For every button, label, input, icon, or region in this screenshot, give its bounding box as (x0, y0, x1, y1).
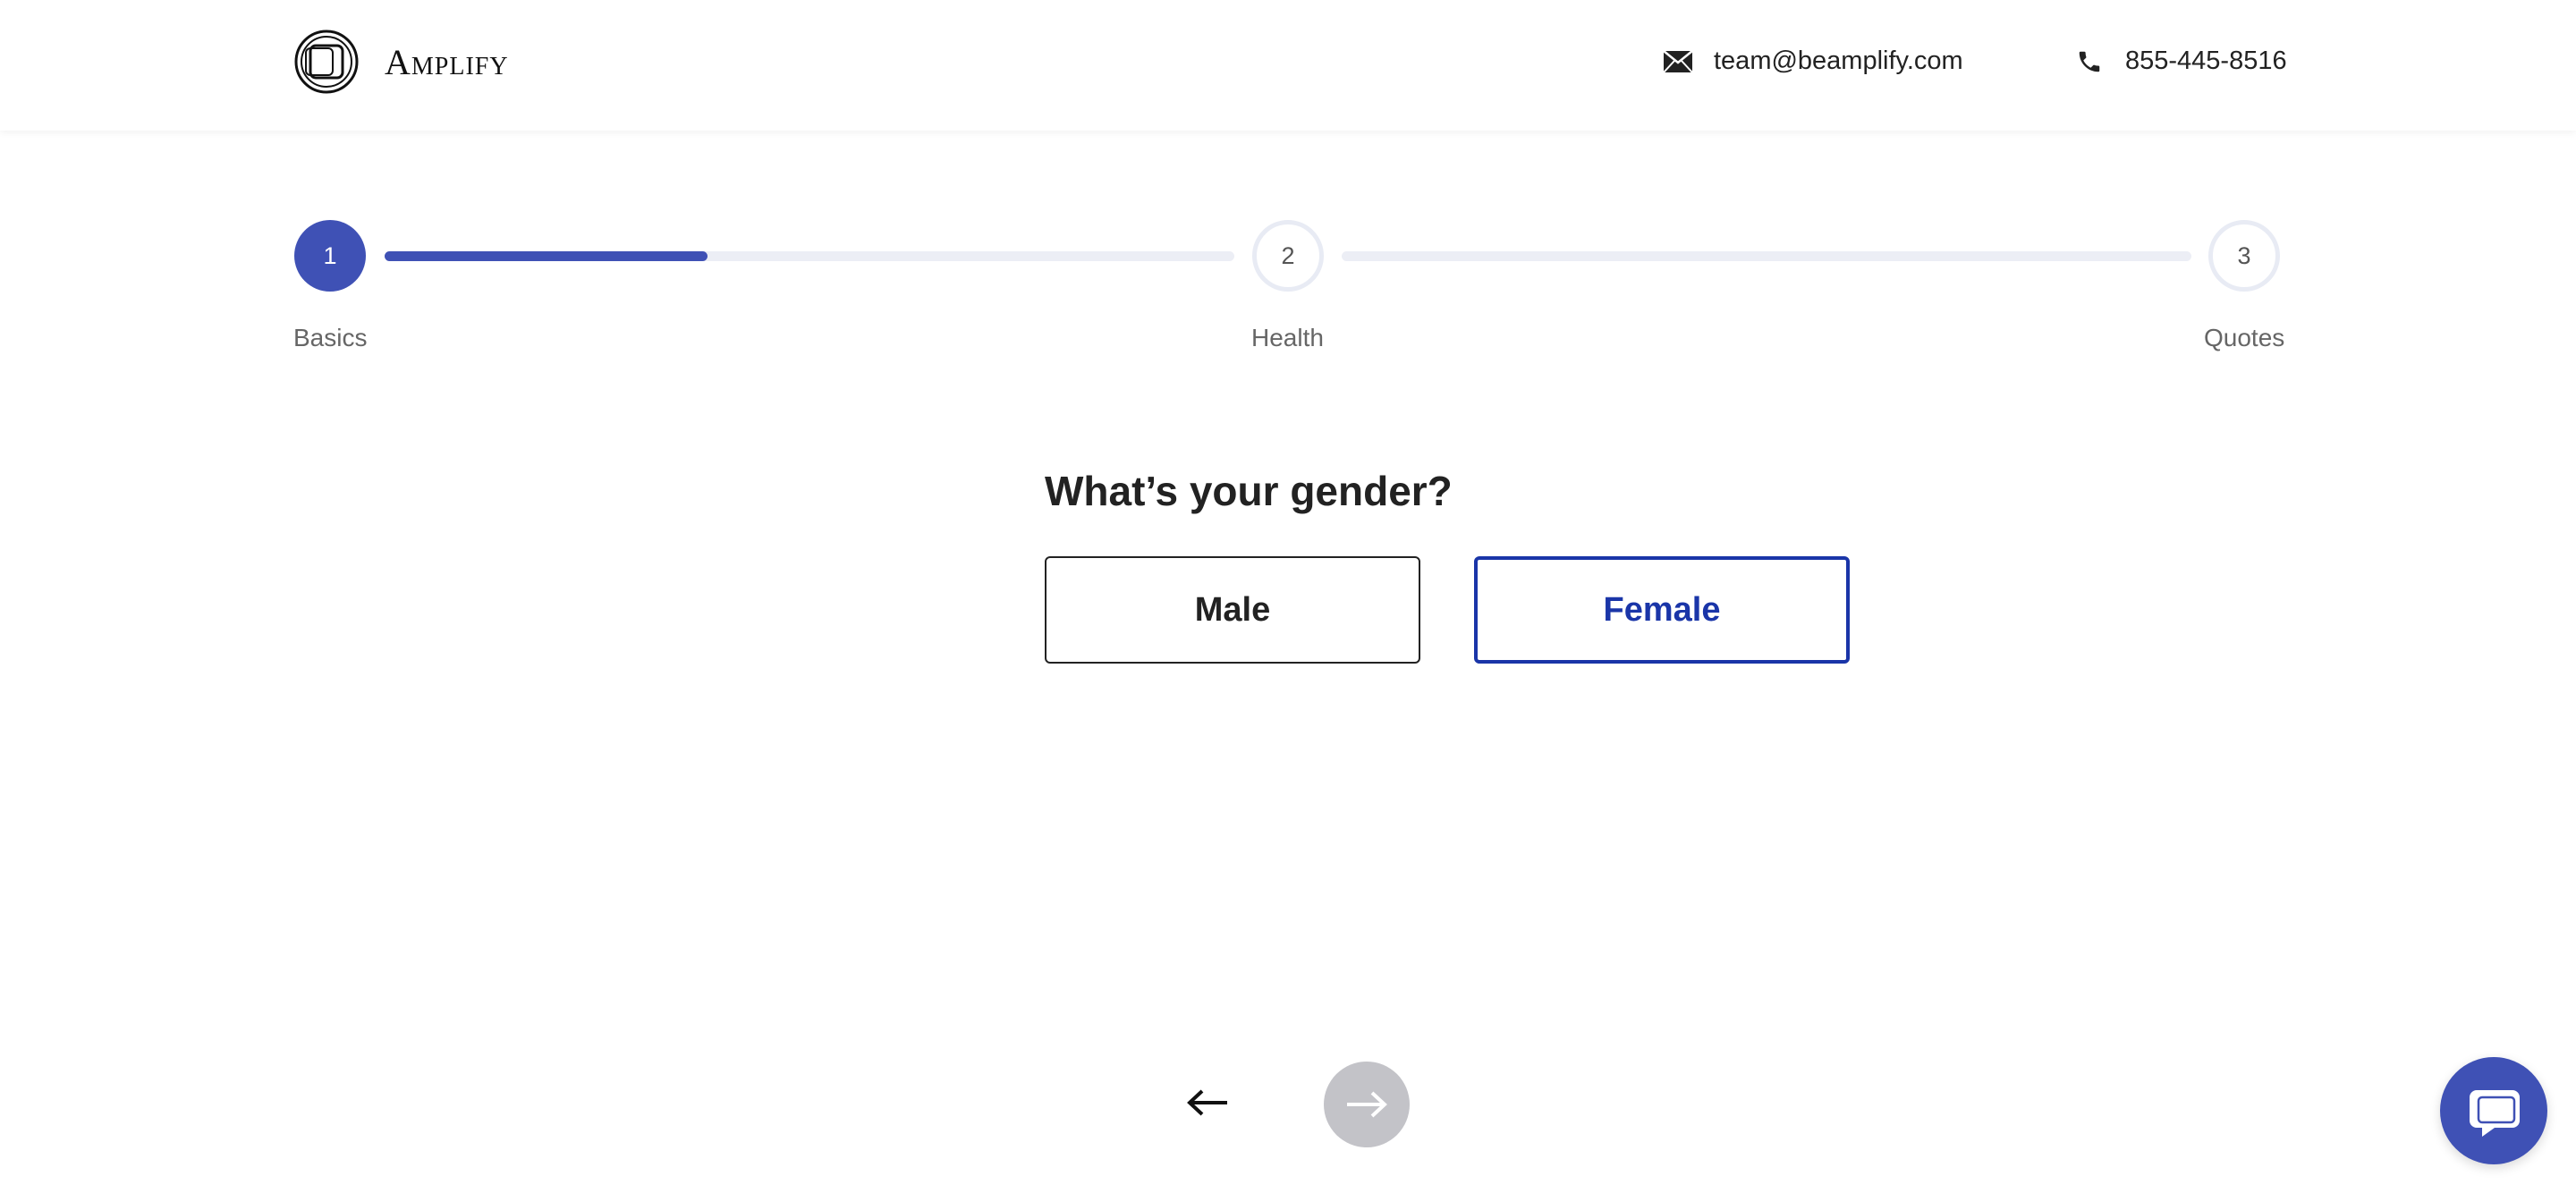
arrow-right-icon (1347, 1091, 1387, 1118)
arrow-left-icon (1187, 1089, 1227, 1116)
phone-contact[interactable]: 855-445-8516 (2073, 47, 2287, 76)
phone-icon (2073, 48, 2106, 75)
step-1-track (385, 251, 1234, 261)
page: Amplify team@beamplify.com 855-445-8516 (0, 0, 2576, 1193)
phone-number: 855-445-8516 (2125, 47, 2287, 75)
step-3-label: Quotes (2204, 324, 2285, 351)
gender-option-male[interactable]: Male (1045, 556, 1420, 664)
step-3-circle: 3 (2208, 220, 2280, 292)
step-2-label: Health (1251, 324, 1324, 351)
email-contact[interactable]: team@beamplify.com (1662, 47, 1963, 76)
step-3-number: 3 (2237, 241, 2251, 269)
gender-option-female[interactable]: Female (1474, 556, 1850, 664)
gender-option-female-label: Female (1603, 590, 1721, 629)
gender-option-male-label: Male (1194, 590, 1271, 629)
question-title: What’s your gender? (1045, 468, 1453, 514)
back-button[interactable] (1172, 1064, 1243, 1141)
step-2-circle: 2 (1252, 220, 1324, 292)
site-header: Amplify team@beamplify.com 855-445-8516 (0, 0, 2576, 131)
step-1-number: 1 (323, 241, 337, 269)
chat-button[interactable] (2440, 1057, 2547, 1164)
step-1-circle: 1 (294, 220, 366, 292)
step-2-number: 2 (1281, 241, 1295, 269)
step-1-track-fill (385, 251, 708, 261)
brand-logo[interactable]: Amplify (293, 29, 509, 95)
brand-name: Amplify (385, 41, 509, 82)
step-2-track (1342, 251, 2191, 261)
chat-icon (2470, 1090, 2520, 1137)
next-button[interactable] (1324, 1062, 1410, 1147)
envelope-icon (1662, 48, 1694, 75)
step-1-label: Basics (293, 324, 368, 351)
amplify-logo-icon (294, 30, 359, 94)
email-address: team@beamplify.com (1714, 47, 1963, 75)
